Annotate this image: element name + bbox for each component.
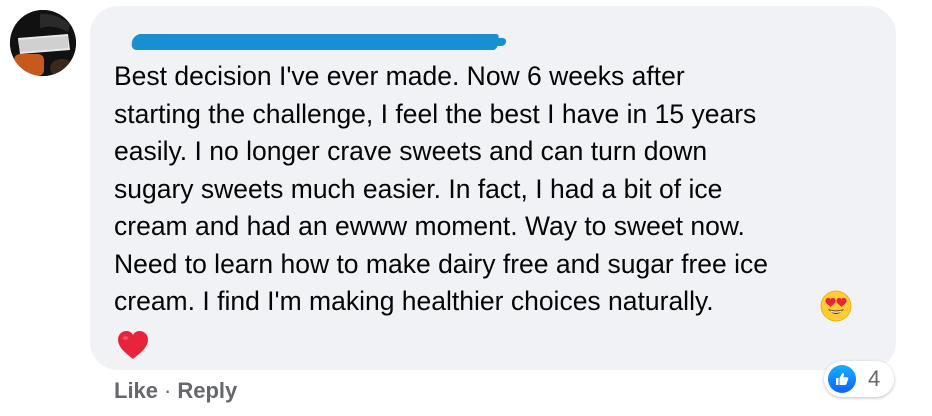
comment-line: cream and had an ewww moment. Way to swe…	[114, 211, 745, 241]
comment-line: easily. I no longer crave sweets and can…	[114, 136, 708, 166]
comment-line: starting the challenge, I feel the best …	[114, 98, 757, 129]
reaction-count: 4	[868, 366, 881, 391]
comment-line: sugary sweets much easier. In fact, I ha…	[114, 173, 723, 204]
like-button[interactable]: Like	[114, 378, 158, 404]
comment-line: Need to learn how to make dairy free and…	[114, 248, 769, 279]
comment: Best decision I've ever made. Now 6 week…	[0, 0, 932, 416]
avatar-logo-icon	[10, 10, 76, 76]
reactions-summary[interactable]: 4	[824, 361, 894, 397]
comment-line: Best decision I've ever made. Now 6 week…	[114, 61, 685, 91]
redacted-author-name	[130, 34, 500, 50]
like-icon	[828, 365, 856, 393]
comment-line: cream. I find I'm making healthier choic…	[114, 286, 714, 316]
red-heart-emoji-icon	[118, 331, 148, 359]
comment-actions: Like · Reply	[114, 378, 237, 404]
avatar[interactable]	[10, 10, 76, 76]
reply-button[interactable]: Reply	[177, 378, 237, 404]
heart-eyes-emoji-icon	[820, 290, 852, 322]
comment-text: Best decision I've ever made. Now 6 week…	[114, 58, 894, 321]
separator-dot: ·	[164, 378, 172, 403]
